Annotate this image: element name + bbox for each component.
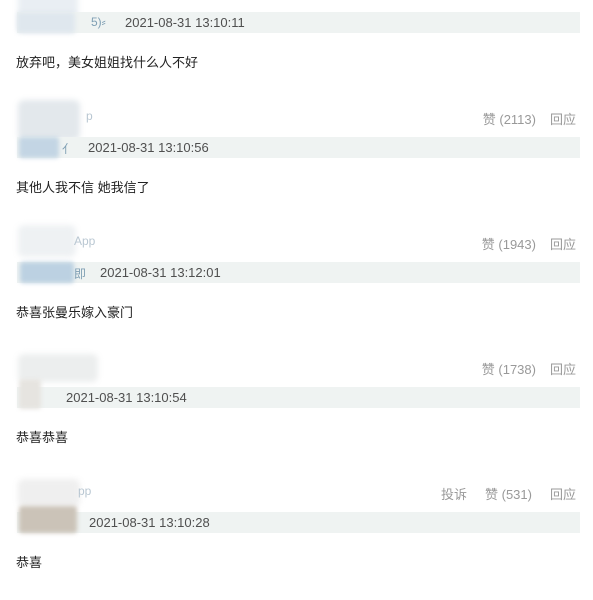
comment-item: App 赞 (1943) 回应 即 2021-08-31 13:12:01 恭喜… xyxy=(0,225,593,350)
comment-text: 其他人我不信 她我信了 xyxy=(16,180,150,195)
comment-timestamp: 2021-08-31 13:10:28 xyxy=(89,515,210,530)
username-blurred[interactable] xyxy=(17,12,75,33)
username-fragment: ⺅ xyxy=(62,142,75,156)
avatar[interactable] xyxy=(18,479,80,507)
reply-button[interactable]: 回应 xyxy=(550,484,576,503)
like-button[interactable]: 赞 (1738) xyxy=(482,359,536,378)
comment-meta-bar: 2021-08-31 13:10:54 xyxy=(17,379,580,409)
reply-button[interactable]: 回应 xyxy=(550,109,576,128)
comment-actions: 投诉 赞 (531) 回应 xyxy=(441,484,576,503)
comment-item: 赞 (1738) 回应 2021-08-31 13:10:54 恭喜恭喜 xyxy=(0,350,593,475)
comment-timestamp: 2021-08-31 13:12:01 xyxy=(100,265,221,280)
comment-item: p 赞 (2113) 回应 ⺅ 2021-08-31 13:10:56 其他人我… xyxy=(0,100,593,225)
comment-text: 恭喜恭喜 xyxy=(16,430,69,445)
reply-button[interactable]: 回应 xyxy=(550,234,576,253)
username-blurred[interactable] xyxy=(19,379,41,409)
reply-button[interactable]: 回应 xyxy=(550,359,576,378)
username-blurred[interactable] xyxy=(19,506,77,533)
comment-meta-bar: ⺅ 2021-08-31 13:10:56 xyxy=(17,137,580,158)
comment-actions: 赞 (1943) 回应 xyxy=(482,234,576,253)
source-app-fragment: App xyxy=(74,234,96,248)
like-button[interactable]: 赞 (531) xyxy=(485,484,532,503)
username-fragment: 5)⸗ xyxy=(91,15,106,29)
comment-actions: 赞 (1738) 回应 xyxy=(482,359,576,378)
avatar[interactable] xyxy=(18,354,98,382)
username-blurred[interactable] xyxy=(19,137,59,158)
comment-timestamp: 2021-08-31 13:10:56 xyxy=(88,140,209,155)
comment-timestamp: 2021-08-31 13:10:54 xyxy=(66,390,187,405)
comment-actions: 赞 (2113) 回应 xyxy=(483,109,576,128)
source-app-fragment: p xyxy=(86,109,93,123)
comment-meta-bar: 5)⸗ 2021-08-31 13:10:11 xyxy=(17,12,580,33)
report-button[interactable]: 投诉 xyxy=(441,484,467,503)
like-button[interactable]: 赞 (1943) xyxy=(482,234,536,253)
avatar[interactable] xyxy=(18,100,80,140)
source-app-fragment: pp xyxy=(78,484,92,498)
username-fragment: 即 xyxy=(74,267,87,281)
comment-item: pp 投诉 赞 (531) 回应 2021-08-31 13:10:28 恭喜 xyxy=(0,475,593,600)
comment-meta-bar: 2021-08-31 13:10:28 xyxy=(17,506,580,533)
comment-timestamp: 2021-08-31 13:10:11 xyxy=(125,15,245,30)
comment-text: 恭喜 xyxy=(16,555,43,570)
like-button[interactable]: 赞 (2113) xyxy=(483,109,536,128)
avatar[interactable] xyxy=(18,225,76,257)
comment-meta-bar: 即 2021-08-31 13:12:01 xyxy=(17,262,580,283)
comment-text: 放弃吧，美女姐姐找什么人不好 xyxy=(16,55,199,70)
username-blurred[interactable] xyxy=(20,262,74,283)
comment-text: 恭喜张曼乐嫁入豪门 xyxy=(16,305,134,320)
